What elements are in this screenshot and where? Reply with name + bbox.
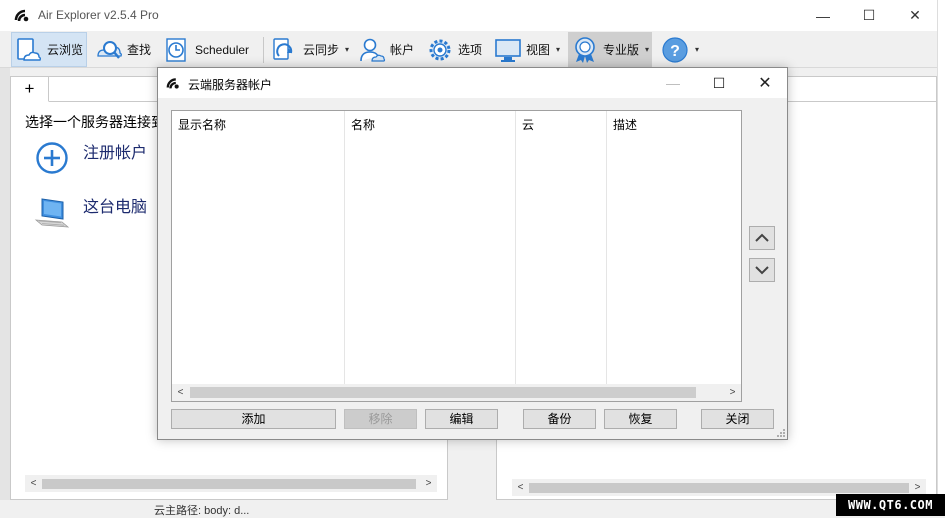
close-icon: ✕ <box>909 7 921 23</box>
left-horizontal-scrollbar[interactable]: < > <box>25 475 437 492</box>
dialog-title-bar: 云端服务器帐户 — ☐ ✕ <box>158 68 787 98</box>
view-dropdown-icon[interactable]: ▾ <box>556 45 560 54</box>
list-horizontal-scrollbar[interactable]: < > <box>172 384 741 401</box>
gear-icon <box>429 39 451 60</box>
cloud-browse-label: 云浏览 <box>47 43 84 57</box>
accounts-label: 帐户 <box>390 43 415 57</box>
server-item-this-pc[interactable]: 这台电脑 <box>33 193 147 231</box>
minimize-icon: — <box>816 7 830 24</box>
cloud-accounts-dialog: 云端服务器帐户 — ☐ ✕ 显示名称 名称 云 描述 < > 添加 移除 编辑 … <box>157 67 788 440</box>
server-item-register[interactable]: 注册帐户 <box>33 139 147 177</box>
svg-text:?: ? <box>670 43 680 60</box>
background-window-edge <box>937 0 945 516</box>
options-button[interactable]: 选项 <box>423 32 485 67</box>
accounts-button[interactable]: 帐户 <box>355 32 417 67</box>
minimize-icon: — <box>666 75 680 91</box>
chevron-up-icon <box>755 233 769 242</box>
scroll-right-icon[interactable]: > <box>724 384 741 401</box>
add-tab-button[interactable]: + <box>11 77 49 102</box>
status-bar: 云主路径: body: d... <box>0 500 937 517</box>
watermark: WWW.QT6.COM <box>836 494 945 516</box>
column-header: 描述 <box>613 118 638 132</box>
accounts-list[interactable]: 显示名称 名称 云 描述 < > <box>171 110 742 402</box>
search-icon <box>97 40 122 59</box>
accounts-icon <box>360 38 386 62</box>
scroll-left-icon[interactable]: < <box>172 384 189 401</box>
close-window-button[interactable]: ✕ <box>892 0 938 31</box>
move-up-button[interactable] <box>749 226 775 250</box>
options-label: 选项 <box>458 43 483 57</box>
server-item-label: 注册帐户 <box>83 145 148 162</box>
maximize-icon: ☐ <box>862 7 876 23</box>
scroll-thumb[interactable] <box>42 479 416 489</box>
help-dropdown-icon[interactable]: ▾ <box>695 45 699 54</box>
app-logo-icon <box>166 78 179 89</box>
view-label: 视图 <box>526 43 551 57</box>
move-down-button[interactable] <box>749 258 775 282</box>
cloud-browse-icon <box>17 37 42 61</box>
column-header: 云 <box>522 118 535 132</box>
backup-button[interactable]: 备份 <box>523 409 596 429</box>
column-name[interactable]: 名称 <box>345 111 516 385</box>
column-cloud[interactable]: 云 <box>516 111 607 385</box>
select-server-label: 选择一个服务器连接到 <box>25 114 165 130</box>
maximize-icon: ☐ <box>712 74 726 91</box>
dialog-maximize-button[interactable]: ☐ <box>696 68 742 98</box>
search-label: 查找 <box>127 43 152 57</box>
scroll-left-icon[interactable]: < <box>512 479 529 496</box>
pro-dropdown-icon[interactable]: ▾ <box>645 45 649 54</box>
monitor-icon <box>495 38 521 62</box>
toolbar-separator <box>263 37 264 63</box>
sync-icon <box>273 37 293 60</box>
scheduler-label: Scheduler <box>195 42 250 57</box>
view-button[interactable]: 视图 ▾ <box>491 32 563 67</box>
restore-button[interactable]: 恢复 <box>604 409 677 429</box>
column-description[interactable]: 描述 <box>607 111 741 385</box>
column-display-name[interactable]: 显示名称 <box>172 111 345 385</box>
pro-button[interactable]: 专业版 ▾ <box>568 32 653 67</box>
scroll-right-icon[interactable]: > <box>420 475 437 492</box>
server-item-label: 这台电脑 <box>83 199 148 216</box>
pro-label: 专业版 <box>603 43 640 57</box>
search-button[interactable]: 查找 <box>92 32 154 67</box>
dialog-minimize-button: — <box>650 68 696 98</box>
scheduler-icon <box>166 37 186 62</box>
cloud-browse-button[interactable]: 云浏览 <box>11 32 88 67</box>
scroll-left-icon[interactable]: < <box>25 475 42 492</box>
scroll-thumb[interactable] <box>529 483 909 493</box>
resize-grip-icon[interactable] <box>776 428 786 438</box>
sync-label: 云同步 <box>303 43 340 57</box>
column-header: 显示名称 <box>178 118 227 132</box>
column-header: 名称 <box>351 118 376 132</box>
sync-dropdown-icon[interactable]: ▾ <box>345 45 349 54</box>
scroll-thumb[interactable] <box>190 387 696 398</box>
sync-button[interactable]: 云同步 ▾ <box>268 32 352 67</box>
maximize-button[interactable]: ☐ <box>846 0 892 31</box>
remove-button[interactable]: 移除 <box>344 409 417 429</box>
help-button[interactable]: ? ▾ <box>658 32 702 67</box>
close-button[interactable]: 关闭 <box>701 409 774 429</box>
title-bar: Air Explorer v2.5.4 Pro — ☐ ✕ <box>0 0 937 31</box>
left-edge-strip <box>0 68 10 500</box>
edit-button[interactable]: 编辑 <box>425 409 498 429</box>
close-icon: ✕ <box>758 75 772 92</box>
toolbar: 云浏览 查找 Scheduler 云同步 ▾ 帐户 选项 视图 ▾ 专业版 ▾ … <box>0 31 937 68</box>
add-circle-icon <box>36 142 68 174</box>
app-title: Air Explorer v2.5.4 Pro <box>38 8 159 22</box>
scheduler-button[interactable]: Scheduler <box>160 32 252 67</box>
award-icon <box>575 36 595 63</box>
dialog-title: 云端服务器帐户 <box>188 78 273 92</box>
app-logo-icon <box>14 9 29 22</box>
chevron-down-icon <box>755 266 769 275</box>
dialog-close-button[interactable]: ✕ <box>742 68 788 98</box>
minimize-button[interactable]: — <box>800 0 846 31</box>
help-icon: ? <box>662 36 688 63</box>
computer-icon <box>34 198 70 228</box>
add-button[interactable]: 添加 <box>171 409 336 429</box>
